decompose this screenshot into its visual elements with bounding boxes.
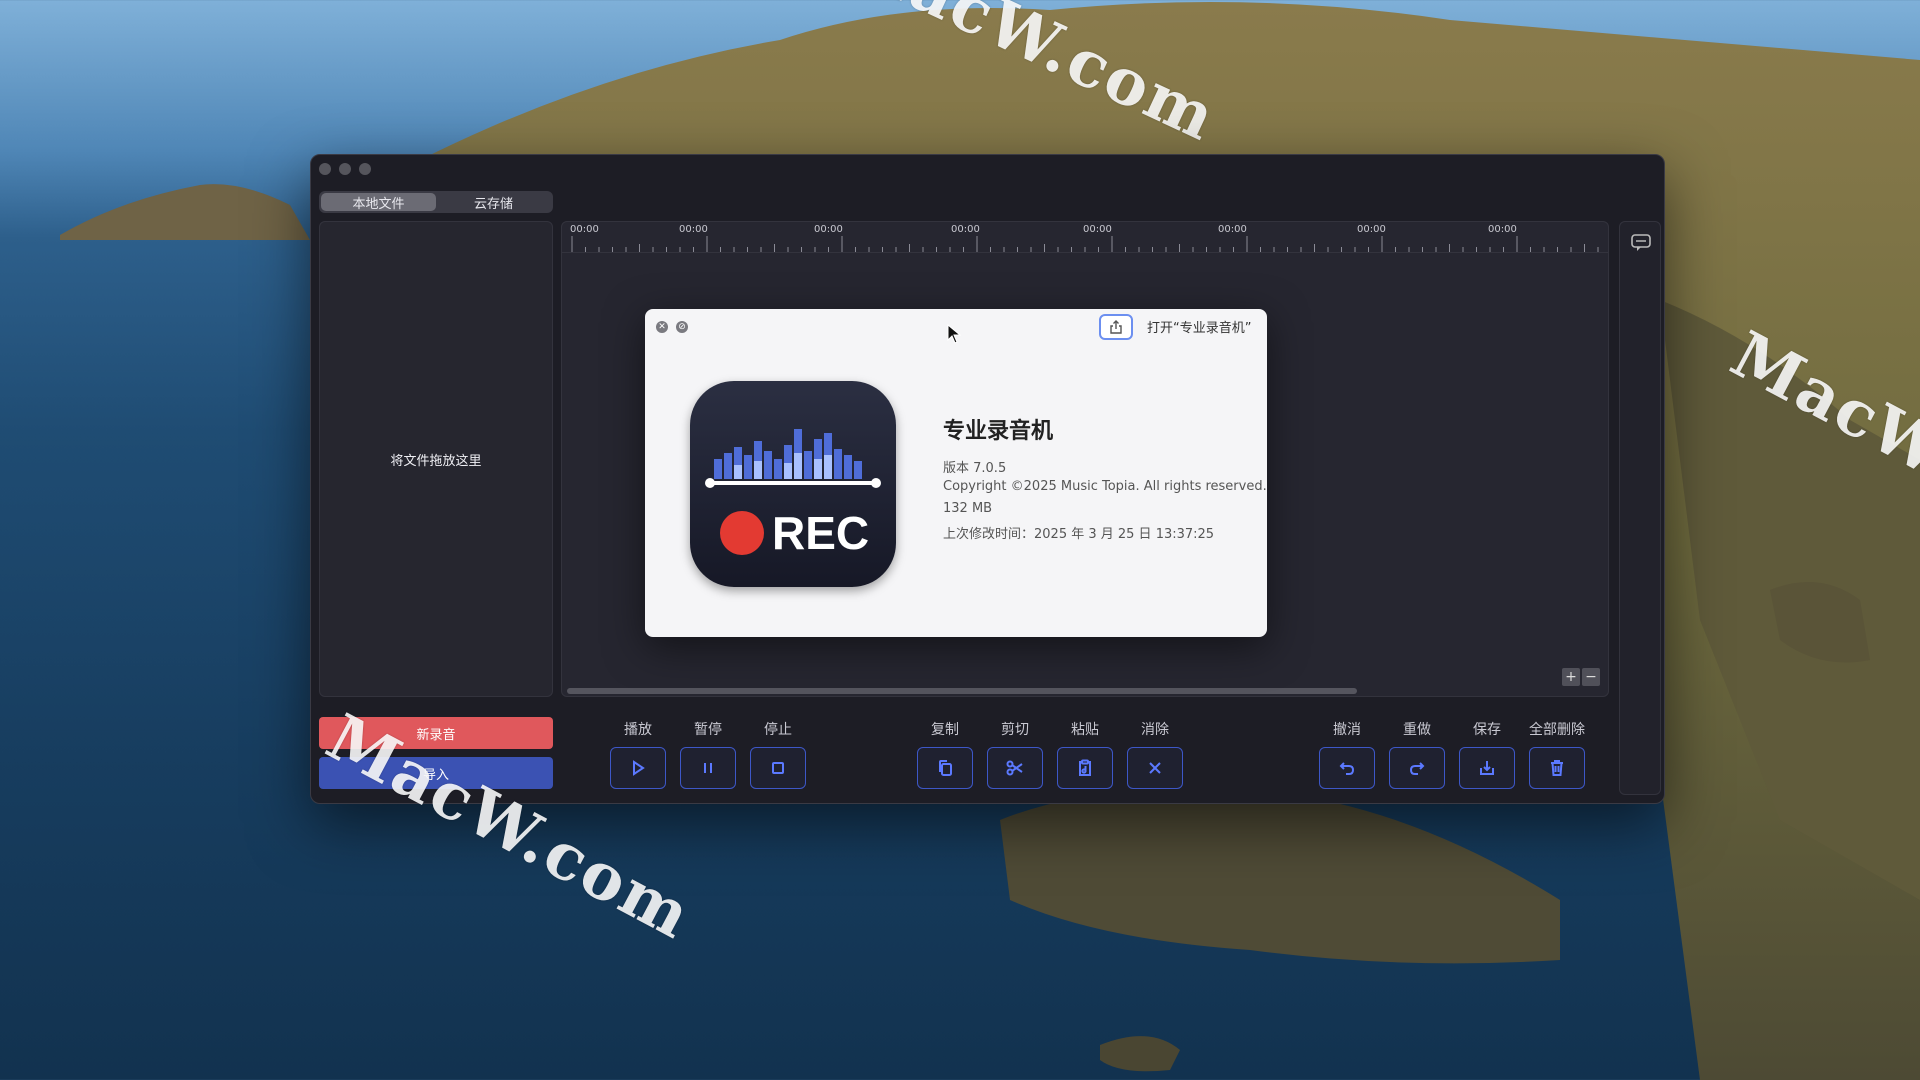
pause-label: 暂停 [694, 722, 722, 738]
open-app-link[interactable]: 打开“专业录音机” [1147, 317, 1251, 336]
zoom-button[interactable] [359, 163, 371, 175]
stop-icon [772, 762, 784, 774]
about-dialog: ✕ ⊘ 打开“专业录音机” REC 专业录音机 版本 7.0.5 Copyrig… [645, 309, 1267, 637]
modified-label: 上次修改时间：2025 年 3 月 25 日 13:37:25 [943, 527, 1215, 542]
pause-button[interactable] [680, 747, 736, 789]
ruler-label: 00:00 [1357, 224, 1386, 235]
right-sidebar [1619, 221, 1661, 795]
redo-tool: 重做 [1388, 719, 1446, 789]
delete-all-tool: 全部删除 [1528, 719, 1586, 789]
app-icon: REC [690, 381, 896, 587]
ruler-label: 00:00 [679, 224, 708, 235]
x-icon [1149, 762, 1161, 774]
stop-tool: 停止 [749, 719, 807, 789]
copy-button[interactable] [917, 747, 973, 789]
ruler-label: 00:00 [570, 224, 599, 235]
cut-tool: 剪切 [986, 719, 1044, 789]
window-controls [319, 163, 371, 175]
paste-icon [1079, 759, 1091, 776]
dialog-close-button[interactable]: ✕ [656, 321, 668, 333]
share-button[interactable] [1099, 314, 1133, 340]
ruler-ticks [571, 236, 1599, 252]
copy-icon [939, 760, 952, 776]
version-label: 版本 7.0.5 [943, 461, 1007, 476]
pause-icon [704, 763, 712, 773]
share-icon [1110, 320, 1122, 334]
save-icon [1480, 761, 1494, 775]
ruler-label: 00:00 [1488, 224, 1517, 235]
ruler-label: 00:00 [1218, 224, 1247, 235]
paste-button[interactable] [1057, 747, 1113, 789]
pause-tool: 暂停 [679, 719, 737, 789]
stop-label: 停止 [764, 722, 792, 738]
ruler-label: 00:00 [951, 224, 980, 235]
zoom-out-button[interactable]: − [1582, 668, 1600, 686]
save-button[interactable] [1459, 747, 1515, 789]
undo-button[interactable] [1319, 747, 1375, 789]
ruler-label: 00:00 [1083, 224, 1112, 235]
clear-button[interactable] [1127, 747, 1183, 789]
redo-button[interactable] [1389, 747, 1445, 789]
paste-label: 粘贴 [1071, 722, 1099, 738]
undo-tool: 撤消 [1318, 719, 1376, 789]
delete-all-button[interactable] [1529, 747, 1585, 789]
chat-icon[interactable] [1631, 234, 1651, 252]
copyright-label: Copyright ©2025 Music Topia. All rights … [943, 479, 1267, 494]
waveform-graphic: REC [705, 429, 881, 559]
drop-hint-label: 将文件拖放这里 [390, 453, 482, 469]
cut-label: 剪切 [1001, 722, 1029, 738]
copy-label: 复制 [931, 722, 959, 738]
app-name: 专业录音机 [943, 419, 1054, 444]
stop-button[interactable] [750, 747, 806, 789]
play-label: 播放 [624, 722, 652, 738]
tab-cloud-storage[interactable]: 云存储 [436, 193, 551, 212]
dialog-disabled-button[interactable]: ⊘ [676, 321, 688, 333]
horizontal-scrollbar[interactable] [567, 687, 1605, 695]
play-button[interactable] [610, 747, 666, 789]
copy-tool: 复制 [916, 719, 974, 789]
clear-label: 消除 [1141, 722, 1169, 738]
scrollbar-thumb[interactable] [567, 688, 1357, 694]
paste-tool: 粘贴 [1056, 719, 1114, 789]
undo-label: 撤消 [1333, 722, 1361, 738]
delete-all-label: 全部删除 [1529, 722, 1585, 738]
save-label: 保存 [1473, 722, 1501, 738]
scissors-icon [1006, 760, 1023, 776]
zoom-in-button[interactable]: + [1562, 668, 1580, 686]
clear-tool: 消除 [1126, 719, 1184, 789]
play-icon [633, 760, 645, 776]
save-tool: 保存 [1458, 719, 1516, 789]
trash-icon [1551, 760, 1563, 776]
redo-label: 重做 [1403, 722, 1431, 738]
record-dot-icon [720, 511, 764, 555]
close-button[interactable] [319, 163, 331, 175]
time-ruler: 00:00 00:00 00:00 00:00 00:00 00:00 00:0… [562, 222, 1608, 253]
storage-segmented-control: 本地文件 云存储 [319, 191, 553, 213]
zoom-controls: + − [1562, 668, 1600, 686]
tab-local-files[interactable]: 本地文件 [321, 193, 436, 212]
icon-text: REC [772, 507, 869, 559]
redo-icon [1409, 762, 1425, 775]
cut-button[interactable] [987, 747, 1043, 789]
play-tool: 播放 [609, 719, 667, 789]
ruler-label: 00:00 [814, 224, 843, 235]
mouse-cursor-icon [947, 324, 961, 344]
size-label: 132 MB [943, 501, 993, 516]
minimize-button[interactable] [339, 163, 351, 175]
file-drop-zone[interactable]: 将文件拖放这里 [319, 221, 553, 697]
undo-icon [1339, 762, 1355, 775]
